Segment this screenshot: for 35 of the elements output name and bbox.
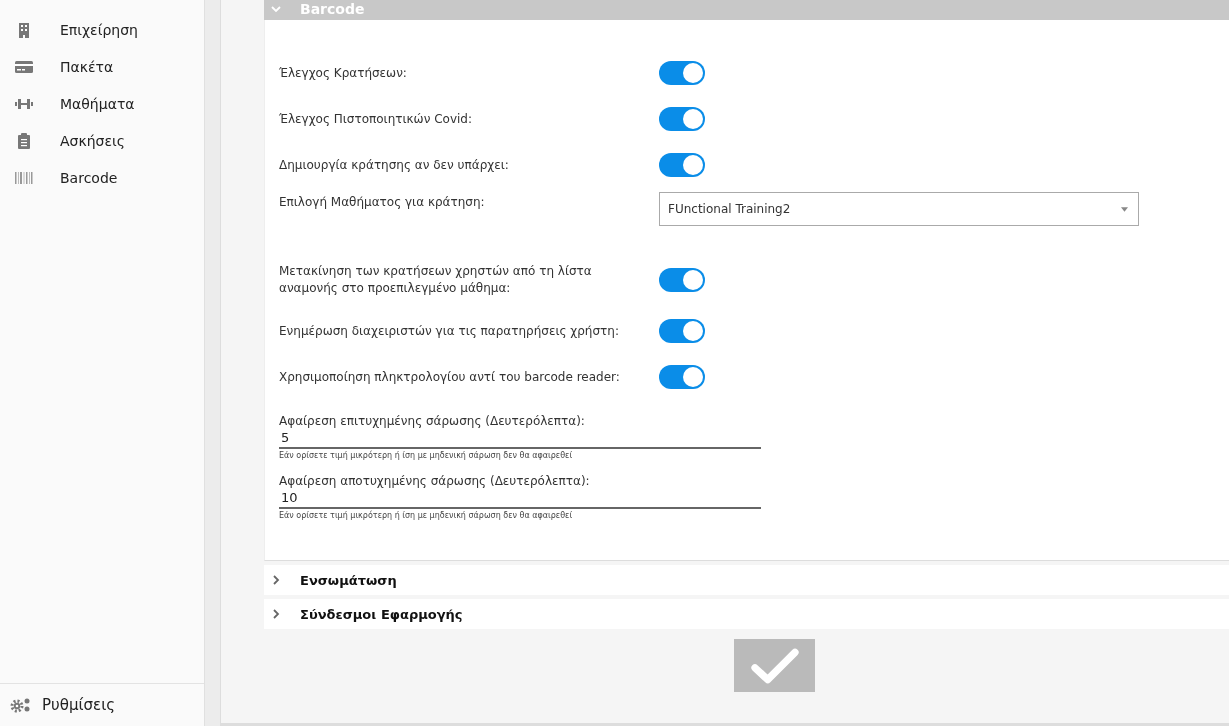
credit-card-icon [15,58,33,75]
toggle-switch[interactable] [659,268,705,292]
course-dropdown[interactable]: FUnctional Training2 [659,192,1139,226]
section-header[interactable]: Ενσωμάτωση [264,565,1229,595]
sidebar-item[interactable]: Επιχείρηση [0,11,204,48]
sidebar-item[interactable]: Πακέτα [0,48,204,85]
setting-label: Έλεγχος Κρατήσεων: [279,64,408,82]
settings-icon [10,697,32,713]
field-label: Αφαίρεση αποτυχημένης σάρωσης (Δευτερόλεπτα): [279,474,591,488]
chevron-icon [270,574,282,586]
sidebar-item[interactable]: Μαθήματα [0,85,204,122]
setting-label: Επιλογή Μαθήματος για κράτηση: [279,194,486,211]
setting-label: Δημιουργία κράτησης αν δεν υπάρχει: [279,156,510,174]
setting-label: Ενημέρωση διαχειριστών για τις παρατηρήσεις χρήστη: [279,322,620,340]
toggle-switch[interactable] [659,107,705,131]
toggle-switch[interactable] [659,153,705,177]
field-hint: Εάν ορίσετε τιμή μικρότερη ή ίση με μηδενική σάρωση δεν θα αφαιρεθεί [279,511,574,520]
toggle-switch[interactable] [659,319,705,343]
confirm-button[interactable] [734,639,815,692]
field-hint: Εάν ορίσετε τιμή μικρότερη ή ίση με μηδενική σάρωση δεν θα αφαιρεθεί [279,451,574,460]
sidebar-item[interactable]: Ασκήσεις [0,122,204,159]
clipboard-icon [15,132,33,149]
setting-label: Χρησιμοποίηση πληκτρολογίου αντί του barcode reader: [279,368,621,386]
caret-icon [1121,206,1128,212]
setting-label: Μετακίνηση των κρατήσεων χρηστών από τη λίστα αναμονής στο προεπιλεγμένο μάθημα: [279,263,593,297]
sidebar-item[interactable]: Barcode [0,159,204,196]
toggle-switch[interactable] [659,365,705,389]
chevron-icon [270,608,282,620]
field-label: Αφαίρεση επιτυχημένης σάρωσης (Δευτερόλεπτα): [279,414,586,428]
setting-label: Έλεγχος Πιστοποιητικών Covid: [279,110,473,128]
toggle-switch[interactable] [659,61,705,85]
settings-link[interactable]: Ρυθμίσεις [0,683,204,726]
section-header[interactable]: Σύνδεσμοι Εφαρμογής [264,599,1229,629]
barcode-icon [15,169,33,186]
chevron-icon [270,3,282,15]
